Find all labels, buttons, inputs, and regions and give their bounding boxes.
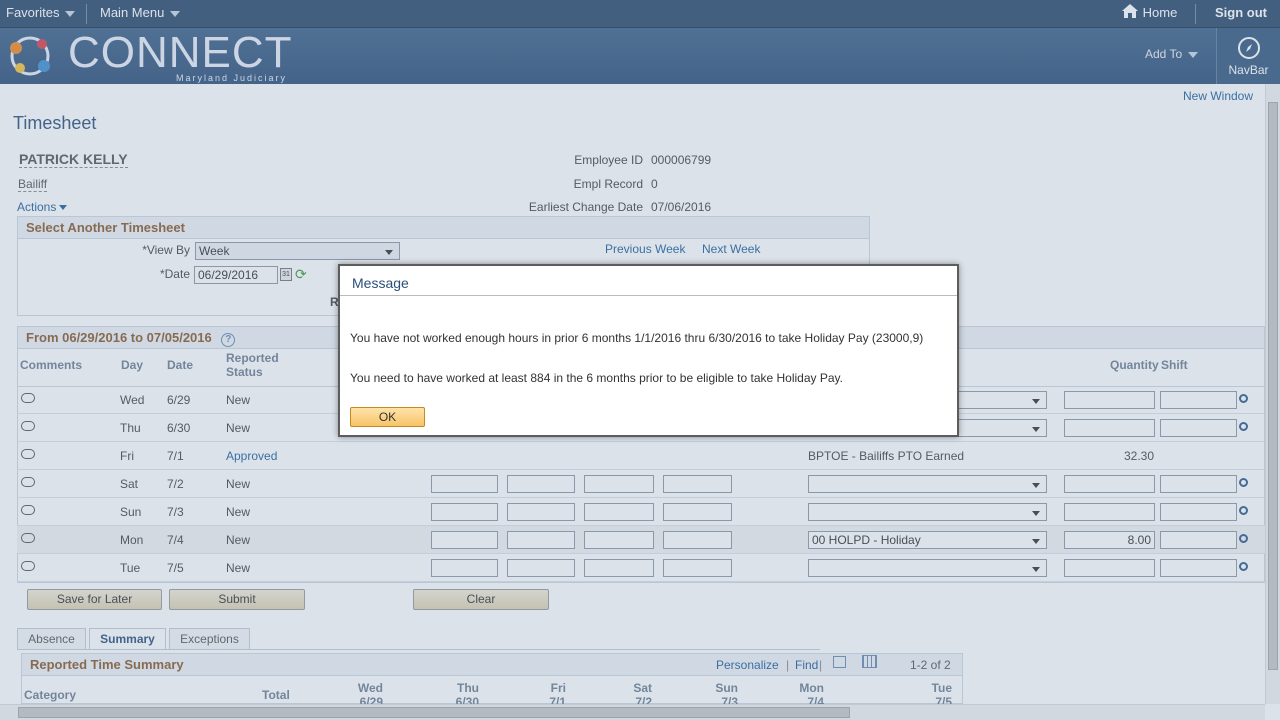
message-dialog: Message You have not worked enough hours… xyxy=(338,264,959,437)
dialog-message-1: You have not worked enough hours in prio… xyxy=(350,331,924,345)
dialog-message-2: You need to have worked at least 884 in … xyxy=(350,371,843,385)
dialog-title: Message xyxy=(340,266,957,296)
ok-button[interactable]: OK xyxy=(350,407,425,427)
